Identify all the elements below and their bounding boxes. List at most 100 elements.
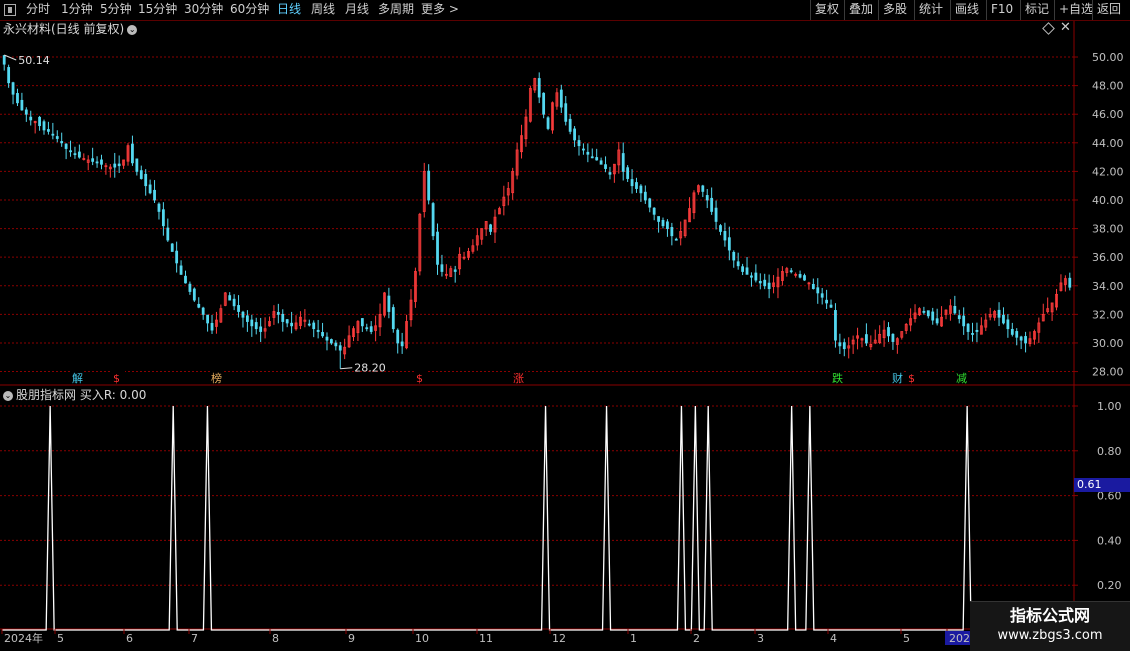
candle-body xyxy=(135,158,139,172)
candle-body xyxy=(95,161,99,164)
candle-body xyxy=(674,238,678,241)
candle-body xyxy=(29,116,33,121)
candle-body xyxy=(838,342,842,347)
candle-body xyxy=(604,164,607,169)
candle-body xyxy=(732,251,736,261)
candle-body xyxy=(971,333,974,335)
candle-body xyxy=(590,156,594,159)
indicator-tick-label: 1.00 xyxy=(1097,400,1122,413)
candle-body xyxy=(957,315,961,320)
candle-body xyxy=(51,133,55,136)
candle-body xyxy=(926,310,930,317)
candle-body xyxy=(670,227,674,237)
candle-body xyxy=(228,295,232,301)
event-marker: $ xyxy=(416,372,423,385)
time-tick-label: 7 xyxy=(191,632,198,645)
candle-body xyxy=(113,163,117,168)
candle-body xyxy=(745,267,749,275)
price-tick-label: 28.00 xyxy=(1092,366,1124,379)
time-tick-label: 1 xyxy=(630,632,637,645)
price-tick-label: 36.00 xyxy=(1092,251,1124,264)
candle-body xyxy=(820,293,824,298)
candle-body xyxy=(453,269,457,272)
candle-body xyxy=(1002,314,1005,324)
watermark-title: 指标公式网 xyxy=(1009,606,1090,625)
event-marker: $ xyxy=(908,372,915,385)
price-tick-label: 38.00 xyxy=(1092,223,1124,236)
candle-body xyxy=(131,143,134,164)
candle-body xyxy=(188,283,192,292)
candle-body xyxy=(666,221,669,229)
candle-body xyxy=(710,197,714,212)
watermark: 指标公式网 www.zbgs3.com xyxy=(970,601,1130,651)
candle-body xyxy=(148,184,152,194)
candle-body xyxy=(316,329,320,332)
candle-body xyxy=(431,203,435,237)
price-tick-label: 42.00 xyxy=(1092,165,1124,178)
chart-canvas[interactable]: 50.00 48.00 46.00 44.00 42.00 40.00 38.00 36.00… xyxy=(0,0,1130,650)
event-marker: 榜 xyxy=(211,371,222,385)
event-marker: $ xyxy=(113,372,120,385)
watermark-url: www.zbgs3.com xyxy=(997,628,1103,643)
candle-body xyxy=(763,279,767,287)
candle-body xyxy=(582,148,585,151)
candle-body xyxy=(661,219,665,227)
candle-body xyxy=(400,341,404,347)
price-tick-label: 50.00 xyxy=(1092,51,1124,64)
candle-body xyxy=(60,141,64,144)
price-tick-label: 32.00 xyxy=(1092,308,1124,321)
candle-body xyxy=(931,311,935,321)
candle-body xyxy=(312,322,316,330)
candle-body xyxy=(179,265,183,275)
candle-body xyxy=(241,311,245,318)
candle-body xyxy=(962,315,966,327)
candle-body xyxy=(825,299,829,304)
candle-body xyxy=(55,136,59,139)
candle-body xyxy=(564,103,568,122)
candle-body xyxy=(259,326,263,332)
price-tick-label: 34.00 xyxy=(1092,280,1124,293)
candle-body xyxy=(175,250,179,264)
event-marker: 解 xyxy=(72,371,83,385)
candle-body xyxy=(38,116,41,127)
candle-body xyxy=(639,185,643,194)
candle-body xyxy=(334,342,338,347)
candle-body xyxy=(391,307,395,330)
candle-body xyxy=(11,82,15,95)
candle-body xyxy=(767,282,771,290)
candle-body xyxy=(705,195,709,201)
candle-body xyxy=(338,345,342,351)
time-tick-label: 5 xyxy=(903,632,910,645)
candle-body xyxy=(643,191,647,201)
candle-body xyxy=(396,329,400,344)
candle-body xyxy=(595,157,599,161)
candle-body xyxy=(20,99,24,111)
price-tick-label: 30.00 xyxy=(1092,337,1124,350)
candle-body xyxy=(250,319,254,327)
candle-body xyxy=(599,160,603,165)
candle-body xyxy=(719,225,722,232)
candle-body xyxy=(77,151,81,158)
candle-body xyxy=(369,326,373,332)
candle-body xyxy=(657,216,660,222)
candle-body xyxy=(276,312,280,315)
candle-body xyxy=(427,170,431,201)
candle-body xyxy=(201,307,205,315)
price-tick-label: 46.00 xyxy=(1092,108,1124,121)
candle-body xyxy=(577,140,581,147)
candle-body xyxy=(648,198,652,208)
candle-body xyxy=(290,322,294,327)
candle-body xyxy=(1024,336,1027,344)
candle-body xyxy=(69,150,72,153)
candle-body xyxy=(789,270,793,273)
indicator-current-value: 0.61 xyxy=(1074,478,1130,492)
candle-body xyxy=(1010,328,1014,335)
candle-body xyxy=(307,323,311,326)
candle-body xyxy=(436,231,439,265)
time-tick-label: 4 xyxy=(830,632,837,645)
candle-body xyxy=(966,323,970,332)
candle-body xyxy=(829,304,833,308)
candle-body xyxy=(144,173,148,187)
time-tick-label: 3 xyxy=(757,632,764,645)
candle-body xyxy=(935,318,939,324)
